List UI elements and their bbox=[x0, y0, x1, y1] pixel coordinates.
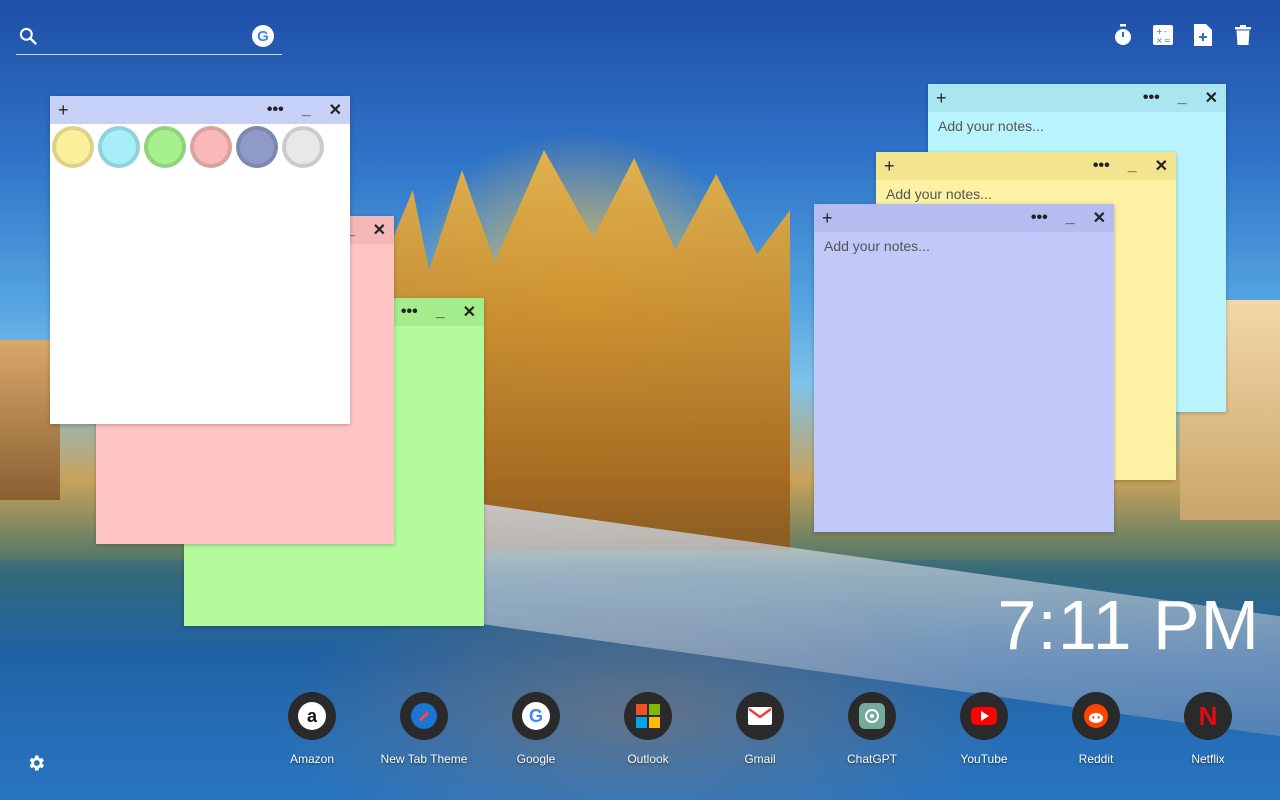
gmail-icon bbox=[736, 692, 784, 740]
add-note-button[interactable]: + bbox=[58, 100, 69, 121]
minimize-icon[interactable]: _ bbox=[1128, 157, 1137, 175]
more-options-icon[interactable]: ••• bbox=[1143, 89, 1160, 107]
minimize-icon[interactable]: _ bbox=[302, 101, 311, 119]
search-bar: G bbox=[16, 22, 282, 55]
shortcut-outlook[interactable]: Outlook bbox=[592, 692, 704, 766]
minimize-icon[interactable]: _ bbox=[436, 303, 445, 321]
chatgpt-icon bbox=[848, 692, 896, 740]
outlook-icon bbox=[624, 692, 672, 740]
sticky-note-lavender[interactable]: + ••• _ ✕ Add your notes... bbox=[814, 204, 1114, 532]
shortcut-amazon[interactable]: a Amazon bbox=[256, 692, 368, 766]
color-option-yellow[interactable] bbox=[52, 126, 94, 168]
shortcut-netflix[interactable]: N Netflix bbox=[1152, 692, 1264, 766]
more-options-icon[interactable]: ••• bbox=[1031, 209, 1048, 227]
color-option-pink[interactable] bbox=[190, 126, 232, 168]
shortcut-label: New Tab Theme bbox=[380, 752, 468, 766]
note-text-area[interactable]: Add your notes... bbox=[814, 232, 1114, 260]
close-icon[interactable]: ✕ bbox=[373, 220, 386, 240]
color-option-cyan[interactable] bbox=[98, 126, 140, 168]
close-icon[interactable]: ✕ bbox=[1155, 156, 1168, 176]
calculator-icon[interactable]: + - × = bbox=[1152, 24, 1174, 46]
search-icon[interactable] bbox=[18, 26, 38, 51]
minimize-icon[interactable]: _ bbox=[1178, 89, 1187, 107]
add-note-button[interactable]: + bbox=[936, 88, 947, 109]
shortcut-reddit[interactable]: Reddit bbox=[1040, 692, 1152, 766]
shortcut-label: Reddit bbox=[1078, 752, 1114, 766]
add-note-icon[interactable] bbox=[1192, 24, 1214, 46]
note-titlebar[interactable]: + ••• _ ✕ bbox=[814, 204, 1114, 232]
shortcut-dock: a Amazon New Tab Theme G Google Outlook … bbox=[0, 692, 1280, 772]
color-option-lavender[interactable] bbox=[236, 126, 278, 168]
shortcut-label: Gmail bbox=[744, 752, 776, 766]
more-options-icon[interactable]: ••• bbox=[267, 101, 284, 119]
amazon-icon: a bbox=[288, 692, 336, 740]
shortcut-label: YouTube bbox=[960, 752, 1008, 766]
new-tab-theme-icon bbox=[400, 692, 448, 740]
close-icon[interactable]: ✕ bbox=[1093, 208, 1106, 228]
note-titlebar[interactable]: + ••• _ ✕ bbox=[876, 152, 1176, 180]
clock: 7:11 PM bbox=[997, 586, 1260, 664]
shortcut-chatgpt[interactable]: ChatGPT bbox=[816, 692, 928, 766]
google-search-icon[interactable]: G bbox=[252, 25, 274, 47]
shortcut-google[interactable]: G Google bbox=[480, 692, 592, 766]
shortcut-label: Outlook bbox=[627, 752, 669, 766]
more-options-icon[interactable]: ••• bbox=[1093, 157, 1110, 175]
close-icon[interactable]: ✕ bbox=[463, 302, 476, 322]
shortcut-new-tab-theme[interactable]: New Tab Theme bbox=[368, 692, 480, 766]
search-input[interactable] bbox=[52, 26, 236, 50]
sticky-note-color-picker[interactable]: + ••• _ ✕ bbox=[50, 96, 350, 424]
svg-text:+: + bbox=[1156, 27, 1163, 36]
youtube-icon bbox=[960, 692, 1008, 740]
svg-text:-: - bbox=[1164, 27, 1167, 36]
color-picker bbox=[50, 124, 350, 170]
trash-icon[interactable] bbox=[1232, 24, 1254, 46]
netflix-icon: N bbox=[1184, 692, 1232, 740]
svg-text:×: × bbox=[1156, 36, 1163, 45]
svg-text:=: = bbox=[1164, 36, 1171, 45]
note-titlebar[interactable]: + ••• _ ✕ bbox=[928, 84, 1226, 112]
shortcut-label: Amazon bbox=[289, 752, 335, 766]
close-icon[interactable]: ✕ bbox=[1205, 88, 1218, 108]
reddit-icon bbox=[1072, 692, 1120, 740]
shortcut-gmail[interactable]: Gmail bbox=[704, 692, 816, 766]
shortcut-label: ChatGPT bbox=[846, 752, 897, 766]
add-note-button[interactable]: + bbox=[822, 208, 833, 229]
more-options-icon[interactable]: ••• bbox=[401, 303, 418, 321]
top-toolbar: + - × = bbox=[1112, 24, 1254, 46]
timer-icon[interactable] bbox=[1112, 24, 1134, 46]
note-text-area[interactable]: Add your notes... bbox=[928, 112, 1226, 140]
color-option-white[interactable] bbox=[282, 126, 324, 168]
close-icon[interactable]: ✕ bbox=[329, 100, 342, 120]
add-note-button[interactable]: + bbox=[884, 156, 895, 177]
minimize-icon[interactable]: _ bbox=[1066, 209, 1075, 227]
shortcut-label: Netflix bbox=[1191, 752, 1225, 766]
shortcut-label: Google bbox=[516, 752, 556, 766]
color-option-green[interactable] bbox=[144, 126, 186, 168]
shortcut-youtube[interactable]: YouTube bbox=[928, 692, 1040, 766]
note-titlebar[interactable]: + ••• _ ✕ bbox=[50, 96, 350, 124]
google-icon: G bbox=[512, 692, 560, 740]
